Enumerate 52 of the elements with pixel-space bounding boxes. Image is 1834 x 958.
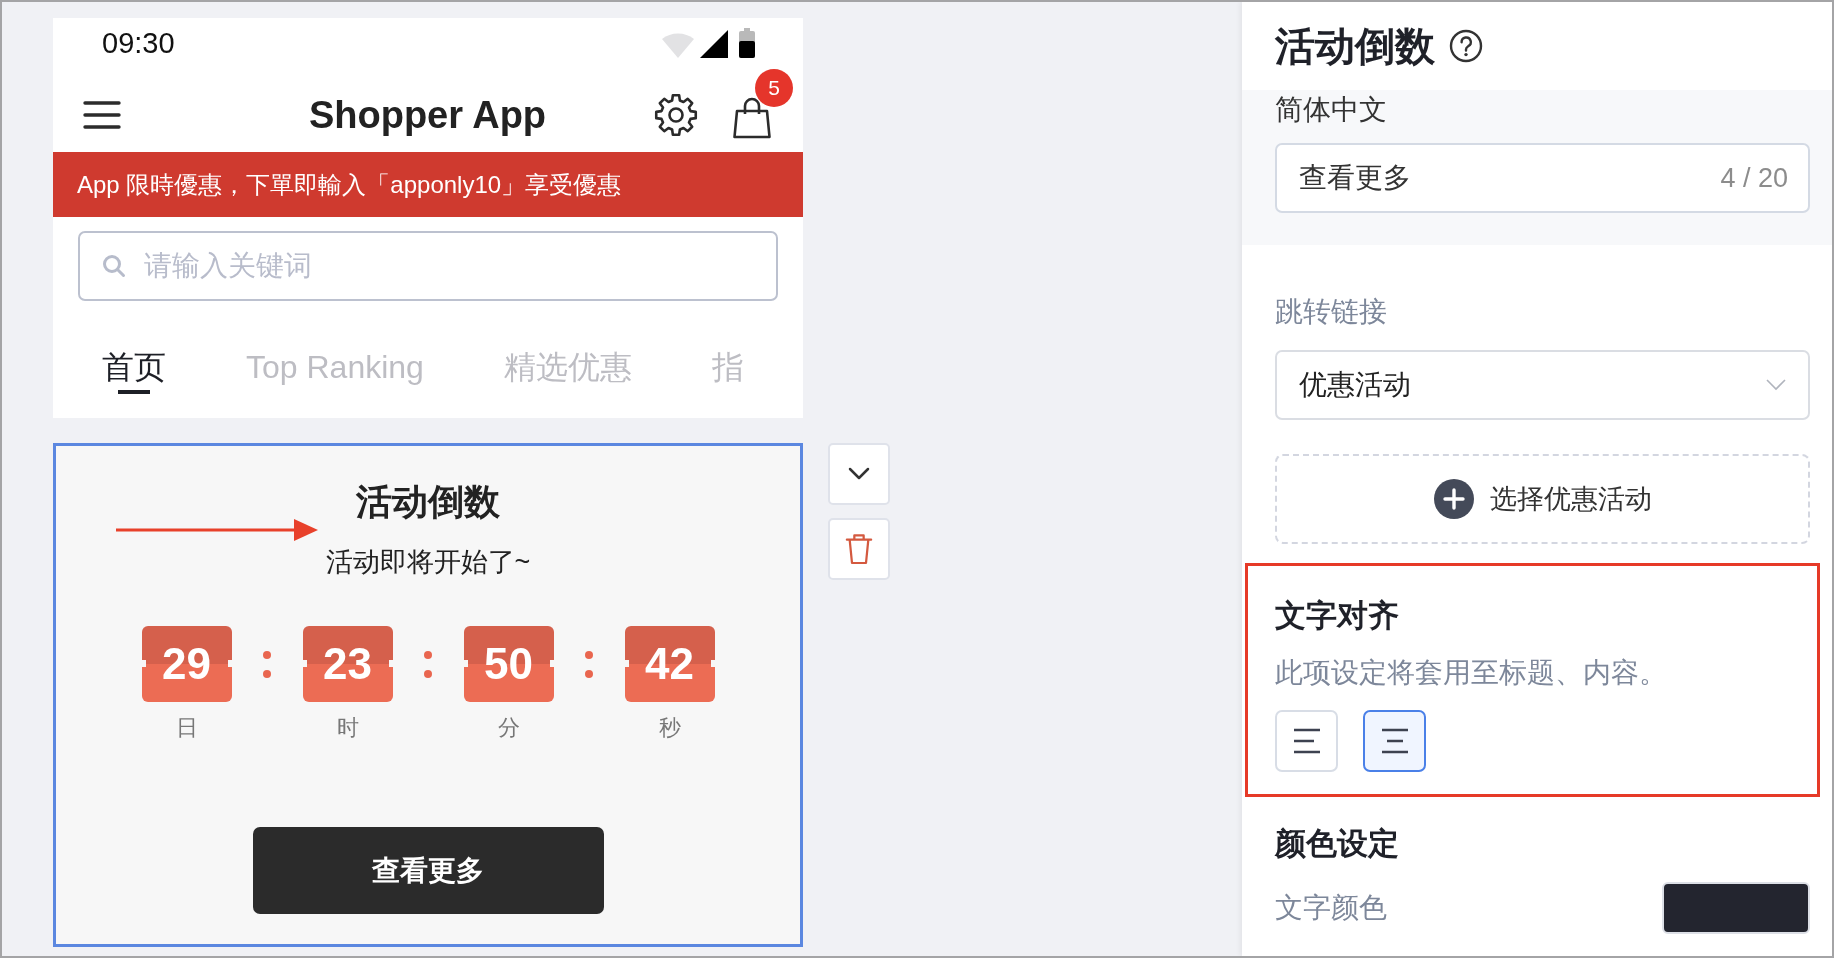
countdown-card[interactable]: 活动倒数 活动即将开始了~ 29 日 23 时 50 分 42 秒 查看更多 xyxy=(53,443,803,947)
link-select[interactable]: 优惠活动 xyxy=(1275,350,1810,420)
help-icon[interactable] xyxy=(1449,29,1483,63)
battery-icon xyxy=(739,28,755,58)
signal-icon xyxy=(700,30,728,58)
app-title: Shopper App xyxy=(308,93,547,137)
delete-button[interactable] xyxy=(828,518,890,580)
category-tab[interactable]: 首页 xyxy=(102,301,166,395)
shopping-bag-icon xyxy=(732,97,772,139)
trash-icon xyxy=(845,533,873,565)
chevron-down-icon xyxy=(848,467,870,481)
countdown-unit-label: 分 xyxy=(497,714,520,742)
countdown-value: 50 xyxy=(463,626,554,702)
link-label: 跳转链接 xyxy=(1275,295,1387,329)
countdown-value: 23 xyxy=(302,626,393,702)
cart-button[interactable] xyxy=(732,97,772,139)
align-left-icon xyxy=(1292,728,1321,754)
chevron-down-icon xyxy=(1766,379,1786,391)
separator-dots-icon xyxy=(424,650,432,678)
countdown-value: 42 xyxy=(624,626,715,702)
section-description: 此项设定将套用至标题、内容。 xyxy=(1275,656,1667,690)
settings-icon xyxy=(653,92,699,138)
section-title: 颜色设定 xyxy=(1275,825,1399,863)
wifi-icon xyxy=(661,31,695,58)
plus-circle-icon xyxy=(1433,479,1474,519)
view-more-button[interactable]: 查看更多 xyxy=(252,827,604,914)
countdown-unit-label: 日 xyxy=(175,714,198,742)
color-label: 文字颜色 xyxy=(1275,891,1387,925)
align-center-icon xyxy=(1380,728,1409,754)
section-title: 文字对齐 xyxy=(1275,597,1399,635)
countdown-subtitle: 活动即将开始了~ xyxy=(325,546,531,579)
align-center-button[interactable] xyxy=(1363,710,1426,772)
status-time: 09:30 xyxy=(102,26,175,60)
countdown-title: 活动倒数 xyxy=(356,480,500,524)
countdown-unit-label: 时 xyxy=(336,714,359,742)
promo-banner: App 限時優惠，下單即輸入「apponly10」享受優惠 xyxy=(53,152,803,217)
panel-title: 活动倒数 xyxy=(1275,23,1435,70)
character-counter: 4 / 20 xyxy=(1720,162,1788,195)
select-promotion-button[interactable]: 选择优惠活动 xyxy=(1275,454,1810,544)
countdown-unit-label: 秒 xyxy=(658,714,681,742)
menu-icon xyxy=(83,101,121,129)
language-label: 简体中文 xyxy=(1275,93,1387,127)
separator-dots-icon xyxy=(263,650,271,678)
cart-count-badge: 5 xyxy=(755,69,793,107)
align-left-button[interactable] xyxy=(1275,710,1338,772)
countdown-value: 29 xyxy=(141,626,232,702)
search-field[interactable]: 请输入关键词 xyxy=(78,231,778,301)
menu-button[interactable] xyxy=(83,101,121,129)
color-swatch[interactable] xyxy=(1662,882,1810,934)
settings-button[interactable] xyxy=(653,92,699,138)
separator-dots-icon xyxy=(585,650,593,678)
search-icon xyxy=(102,254,126,278)
